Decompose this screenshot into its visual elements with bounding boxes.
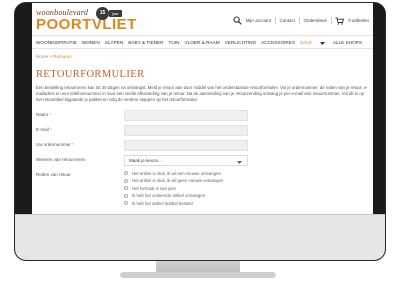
anniversary-tag: jaar [109,10,122,17]
radio-button[interactable] [124,186,128,191]
nav-item-accessoires[interactable]: ACCESSOIRES [261,40,295,45]
return-wish-value: Maak je keuze... [129,158,162,164]
nav-item-slapen[interactable]: SLAPEN [105,40,124,45]
screen: woonboulevard POORTVLIET 15 jaar Mijn ac… [32,3,373,214]
form-row-wensen: Wensen van retourneren Maak je keuze... [36,154,369,166]
anniversary-badge: 15 [96,7,109,20]
search-icon[interactable] [233,16,242,25]
site-logo[interactable]: woonboulevard POORTVLIET 15 jaar [36,7,140,34]
order-label: Uw ordernummer * [36,142,74,147]
main-content: Home > Retouren RETOURFORMULIER Een best… [36,54,369,206]
form-row-email: E-mail * [36,124,369,136]
main-nav: WOONINSPIRATIE WONEN SLAPEN BABY & TIENE… [32,35,373,49]
required-mark: * [50,126,52,132]
email-label: E-mail * [36,127,52,132]
logo-main-text: POORTVLIET [36,16,137,33]
order-label-text: Uw ordernummer [36,141,71,147]
reason-option[interactable]: Het artikel is stuk, ik wil een nieuwe o… [124,170,223,177]
reason-option[interactable]: Het artikel is stuk, ik wil geen nieuwe … [124,177,223,184]
naam-label-text: Naam [36,111,49,117]
naam-input[interactable] [124,109,248,121]
wensen-label: Wensen van retourneren [36,156,86,162]
breadcrumb-current: Retouren [53,54,72,59]
radio-button[interactable] [124,193,128,198]
top-links: Mijn account Contact Ondersteus 0 artike… [233,16,369,25]
nav-item-vloer-raam[interactable]: VLOER & RAAM [184,40,219,45]
reason-option[interactable]: Het formaat is niet juist [124,185,223,192]
reason-option[interactable]: Ik heb het verkeerde artikel ontvangen [124,192,223,199]
radio-button[interactable] [124,171,128,176]
radio-button[interactable] [124,201,128,206]
breadcrumb-home[interactable]: Home [36,54,48,59]
email-input[interactable] [124,124,248,136]
monitor-bezel: woonboulevard POORTVLIET 15 jaar Mijn ac… [14,2,386,261]
reason-option-label: Het artikel is stuk, ik wil een nieuwe o… [132,170,221,176]
form-row-order: Uw ordernummer * [36,139,369,151]
reason-options: Het artikel is stuk, ik wil een nieuwe o… [124,170,223,208]
form-row-reden: Reden van retour Het artikel is stuk, ik… [36,170,369,206]
chevron-down-icon [237,160,242,164]
chevron-down-icon [319,41,325,45]
nav-item-verlichting[interactable]: VERLICHTING [225,40,257,45]
divider [330,17,332,24]
page-title: RETOURFORMULIER [36,69,145,80]
email-label-text: E-mail [36,126,49,132]
reason-option[interactable]: Ik heb het artikel dubbel besteld [124,200,223,207]
cart-icon[interactable] [335,17,345,25]
link-support[interactable]: Ondersteus [303,18,326,23]
nav-item-sale[interactable]: SALE [300,40,312,45]
reason-option-label: Ik heb het artikel dubbel besteld [132,200,193,206]
intro-text: Een bestelling retourneren kan tot 30 da… [36,85,368,103]
cart-count[interactable]: 0 artikelen [348,18,369,23]
divider [298,17,300,24]
naam-label: Naam * [36,112,51,117]
link-contact[interactable]: Contact [279,18,295,23]
order-number-input[interactable] [124,139,248,151]
return-wish-select[interactable]: Maak je keuze... [124,154,248,166]
required-mark: * [72,141,74,147]
monitor-base [120,272,276,278]
nav-item-tuin[interactable]: TUIN [169,40,180,45]
reden-label: Reden van retour [36,171,71,177]
reason-option-label: Ik heb het verkeerde artikel ontvangen [132,193,206,199]
radio-button[interactable] [124,178,128,183]
all-shops-label: ALLE SHOPS [332,40,362,45]
form-row-naam: Naam * [36,109,369,121]
reason-option-label: Het formaat is niet juist [132,185,176,191]
all-shops-menu[interactable]: ALLE SHOPS [319,40,367,45]
link-account[interactable]: Mijn account [246,18,271,23]
reason-option-label: Het artikel is stuk, ik wil geen nieuwe … [132,178,224,184]
monitor-chin [15,214,385,260]
nav-item-baby-tiener[interactable]: BABY & TIENER [128,40,163,45]
breadcrumb: Home > Retouren [36,54,369,59]
return-form: Naam * E-mail * Uw ordernummer * Wensen … [36,109,369,206]
required-mark: * [49,111,52,117]
nav-item-wonen[interactable]: WONEN [82,40,100,45]
divider [274,17,276,24]
nav-item-wooninspiratie[interactable]: WOONINSPIRATIE [36,40,77,45]
